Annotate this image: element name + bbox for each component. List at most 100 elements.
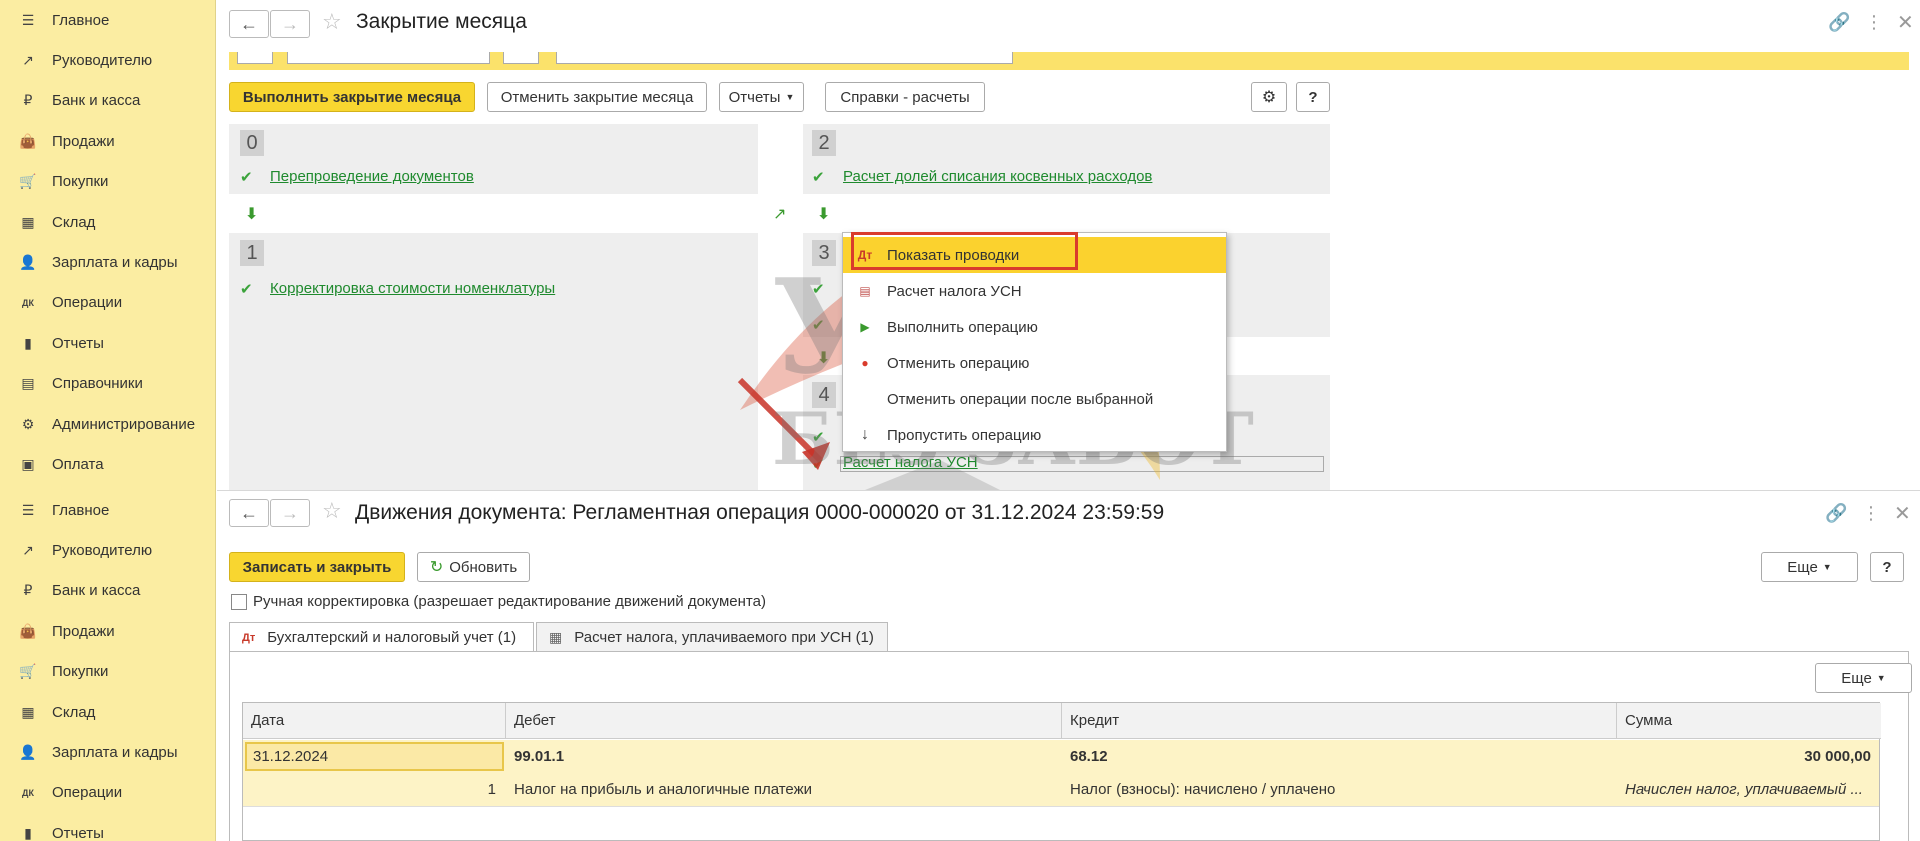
help-button[interactable]: ?: [1870, 552, 1904, 582]
arrow-down-icon: ↓: [861, 426, 869, 443]
column-header-sum[interactable]: Сумма: [1617, 703, 1881, 739]
more-vertical-icon[interactable]: ⋮: [1865, 12, 1883, 33]
sidebar-item[interactable]: ▮ Отчеты: [0, 323, 215, 363]
help-button[interactable]: ?: [1296, 82, 1330, 112]
favorite-star-icon[interactable]: ☆: [322, 9, 342, 35]
row-divider: [243, 806, 1879, 807]
cancel-month-closing-button[interactable]: Отменить закрытие месяца: [487, 82, 707, 112]
step-link-reposting[interactable]: Перепроведение документов: [270, 168, 474, 185]
references-calc-button[interactable]: Справки - расчеты: [825, 82, 985, 112]
period-field[interactable]: [287, 52, 490, 64]
menu-item-usn-report[interactable]: ▤ Расчет налога УСН: [843, 273, 1226, 309]
sidebar-item[interactable]: ▦ Склад: [0, 202, 215, 242]
menu-item-cancel-after[interactable]: Отменить операции после выбранной: [843, 381, 1226, 417]
cell-date[interactable]: 31.12.2024: [245, 740, 504, 772]
sidebar-item[interactable]: ☰ Главное: [0, 0, 215, 40]
sidebar-item[interactable]: 👜 Продажи: [0, 611, 215, 651]
tab-usn-tax[interactable]: ▦ Расчет налога, уплачиваемого при УСН (1…: [536, 622, 888, 652]
cell-debit-subconto[interactable]: Налог на прибыль и аналогичные платежи: [506, 773, 1062, 805]
link-icon[interactable]: 🔗: [1828, 12, 1850, 33]
forward-button[interactable]: →: [270, 499, 310, 527]
dt-kt-icon: Дт: [242, 631, 256, 644]
sidebar-item-label: Администрирование: [52, 415, 196, 433]
sidebar-item[interactable]: ☰ Главное: [0, 490, 215, 530]
tab-label: Бухгалтерский и налоговый учет (1): [267, 629, 517, 646]
sidebar-item[interactable]: ▤ Справочники: [0, 364, 215, 404]
sidebar-item-label: Оплата: [52, 455, 104, 473]
menu-lines-icon: ☰: [21, 501, 35, 518]
back-button[interactable]: ←: [229, 10, 269, 38]
sidebar-item[interactable]: 👜 Продажи: [0, 121, 215, 161]
sidebar-item[interactable]: ₽ Банк и касса: [0, 81, 215, 121]
entries-table: Дата Дебет Кредит Сумма 31.12.2024 99.01…: [242, 702, 1881, 841]
sidebar-item-label: Главное: [52, 11, 110, 29]
close-icon[interactable]: ✕: [1894, 501, 1911, 526]
cell-content[interactable]: Начислен налог, уплачиваемый ...: [1617, 773, 1879, 805]
close-icon[interactable]: ✕: [1897, 10, 1914, 35]
highlight-box: [851, 232, 1078, 270]
sidebar-item-label: Банк и касса: [52, 92, 141, 110]
cart-icon: 🛒: [19, 663, 37, 680]
sidebar-item[interactable]: ▮ Отчеты: [0, 813, 215, 841]
gear-icon: ⚙: [21, 415, 35, 432]
page-title: Движения документа: Регламентная операци…: [355, 501, 1165, 524]
arrow-down-icon: ⬇: [245, 206, 259, 223]
save-and-close-button[interactable]: Записать и закрыть: [229, 552, 405, 582]
sidebar-item-label: Продажи: [52, 132, 115, 150]
more-label: Еще: [1787, 558, 1818, 576]
menu-item-run-operation[interactable]: ▶ Выполнить операцию: [843, 309, 1226, 345]
check-done-icon: ✔: [240, 281, 253, 298]
sidebar-item[interactable]: 👤 Зарплата и кадры: [0, 242, 215, 282]
reports-dropdown[interactable]: Отчеты ▼: [719, 82, 804, 112]
sidebar-item[interactable]: 🛒 Покупки: [0, 162, 215, 202]
org-field-part[interactable]: [503, 52, 539, 64]
ruble-coin-icon: ₽: [23, 92, 33, 109]
sidebar-item[interactable]: ДК Операции: [0, 283, 215, 323]
settings-button[interactable]: ⚙: [1251, 82, 1287, 112]
sidebar-top: ☰ Главное ↗ Руководителю ₽ Банк и касса 👜 Прода…: [0, 0, 216, 490]
sidebar-item-label: Склад: [52, 703, 96, 721]
period-field-part[interactable]: [237, 52, 273, 64]
gear-icon: ⚙: [1261, 89, 1277, 106]
sidebar-item-label: Отчеты: [52, 824, 104, 841]
cell-credit[interactable]: 68.12: [1062, 740, 1182, 772]
sidebar-item[interactable]: ↗ Руководителю: [0, 40, 215, 80]
more-dropdown[interactable]: Еще ▼: [1761, 552, 1858, 582]
sidebar-item[interactable]: ↗ Руководителю: [0, 530, 215, 570]
menu-item-skip-operation[interactable]: ↓ Пропустить операцию: [843, 417, 1226, 453]
step-link-cost-adjustment[interactable]: Корректировка стоимости номенклатуры: [270, 280, 555, 297]
column-header-debit[interactable]: Дебет: [506, 703, 1062, 739]
run-month-closing-button[interactable]: Выполнить закрытие месяца: [229, 82, 475, 112]
organization-field[interactable]: [556, 52, 1013, 64]
sidebar-item[interactable]: ₽ Банк и касса: [0, 571, 215, 611]
column-header-date[interactable]: Дата: [243, 703, 506, 739]
grid-more-dropdown[interactable]: Еще ▼: [1815, 663, 1912, 693]
tab-accounting[interactable]: Дт Бухгалтерский и налоговый учет (1): [229, 622, 534, 652]
link-icon[interactable]: 🔗: [1825, 503, 1847, 524]
cell-sum[interactable]: 30 000,00: [1617, 740, 1879, 772]
shopping-bag-icon: 👜: [19, 132, 37, 149]
column-header-credit[interactable]: Кредит: [1062, 703, 1617, 739]
manual-correction-checkbox[interactable]: [231, 594, 247, 610]
menu-item-cancel-operation[interactable]: ● Отменить операцию: [843, 345, 1226, 381]
cell-debit[interactable]: 99.01.1: [506, 740, 626, 772]
sidebar-item-label: Банк и касса: [52, 582, 141, 600]
sidebar-item[interactable]: 🛒 Покупки: [0, 652, 215, 692]
books-icon: ▤: [21, 375, 35, 392]
forward-button[interactable]: →: [270, 10, 310, 38]
favorite-star-icon[interactable]: ☆: [322, 498, 342, 524]
sidebar-item[interactable]: ДК Операции: [0, 773, 215, 813]
warehouse-grid-icon: ▦: [21, 213, 35, 230]
sidebar-item-label: Справочники: [52, 375, 143, 393]
sidebar-item[interactable]: ▣ Оплата: [0, 444, 215, 484]
more-vertical-icon[interactable]: ⋮: [1862, 503, 1880, 524]
sidebar-item[interactable]: ▦ Склад: [0, 692, 215, 732]
page-title: Закрытие месяца: [356, 10, 527, 33]
menu-item-label: Выполнить операцию: [887, 318, 1038, 336]
back-button[interactable]: ←: [229, 499, 269, 527]
sidebar-item[interactable]: ⚙ Администрирование: [0, 404, 215, 444]
reports-label: Отчеты: [728, 88, 781, 106]
cell-credit-subconto[interactable]: Налог (взносы): начислено / уплачено: [1062, 773, 1617, 805]
refresh-button[interactable]: ↻ Обновить: [417, 552, 530, 582]
sidebar-item[interactable]: 👤 Зарплата и кадры: [0, 732, 215, 772]
